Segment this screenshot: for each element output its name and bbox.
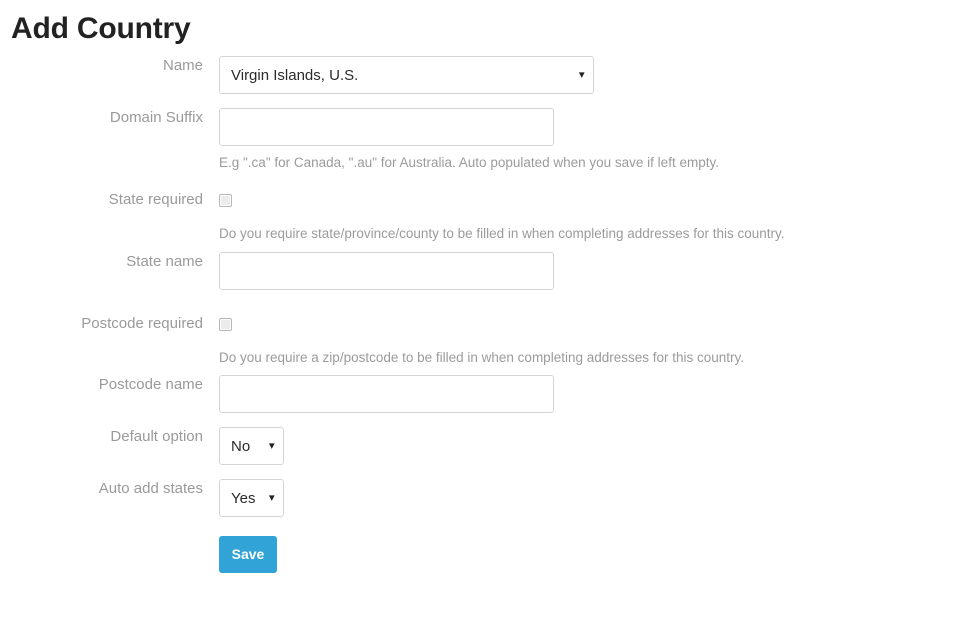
domain-suffix-help: E.g ".ca" for Canada, ".au" for Australi… xyxy=(219,154,963,172)
state-required-checkbox[interactable] xyxy=(219,194,232,207)
default-option-select-wrap: No ▾ xyxy=(219,427,284,465)
field-postcode-name xyxy=(219,375,963,413)
chevron-down-icon: ▾ xyxy=(579,70,585,81)
name-select-value: Virgin Islands, U.S. xyxy=(231,67,358,84)
field-domain-suffix: E.g ".ca" for Canada, ".au" for Australi… xyxy=(219,108,963,172)
default-option-value: No xyxy=(231,438,250,455)
field-auto-add-states: Yes ▾ xyxy=(219,479,963,517)
form-row-domain-suffix: Domain Suffix E.g ".ca" for Canada, ".au… xyxy=(0,108,963,172)
label-domain-suffix: Domain Suffix xyxy=(0,108,219,128)
label-state-required: State required xyxy=(0,190,219,210)
label-auto-add-states: Auto add states xyxy=(0,479,219,499)
form-row-postcode-required: Postcode required Do you require a zip/p… xyxy=(0,314,963,367)
form-row-actions: Save xyxy=(0,536,963,573)
label-default-option: Default option xyxy=(0,427,219,447)
field-default-option: No ▾ xyxy=(219,427,963,465)
page-title: Add Country xyxy=(11,12,190,46)
form-row-name: Name Virgin Islands, U.S. ▾ xyxy=(0,56,963,94)
field-name: Virgin Islands, U.S. ▾ xyxy=(219,56,963,94)
form-row-default-option: Default option No ▾ xyxy=(0,427,963,465)
label-postcode-required: Postcode required xyxy=(0,314,219,334)
field-state-required: Do you require state/province/county to … xyxy=(219,190,963,243)
save-button[interactable]: Save xyxy=(219,536,277,573)
name-select-wrap: Virgin Islands, U.S. ▾ xyxy=(219,56,594,94)
state-required-help: Do you require state/province/county to … xyxy=(219,225,963,243)
form-row-state-required: State required Do you require state/prov… xyxy=(0,190,963,243)
postcode-name-input[interactable] xyxy=(219,375,554,413)
form-row-auto-add-states: Auto add states Yes ▾ xyxy=(0,479,963,517)
form-row-postcode-name: Postcode name xyxy=(0,375,963,413)
label-postcode-name: Postcode name xyxy=(0,375,219,395)
chevron-down-icon: ▾ xyxy=(269,441,275,452)
auto-add-states-select[interactable]: Yes ▾ xyxy=(219,479,284,517)
field-actions: Save xyxy=(219,536,963,573)
form-row-state-name: State name xyxy=(0,252,963,290)
field-state-name xyxy=(219,252,963,290)
domain-suffix-input[interactable] xyxy=(219,108,554,146)
chevron-down-icon: ▾ xyxy=(269,493,275,504)
label-name: Name xyxy=(0,56,219,76)
postcode-required-checkbox[interactable] xyxy=(219,318,232,331)
field-postcode-required: Do you require a zip/postcode to be fill… xyxy=(219,314,963,367)
default-option-select[interactable]: No ▾ xyxy=(219,427,284,465)
label-state-name: State name xyxy=(0,252,219,272)
state-name-input[interactable] xyxy=(219,252,554,290)
auto-add-states-select-wrap: Yes ▾ xyxy=(219,479,284,517)
name-select[interactable]: Virgin Islands, U.S. ▾ xyxy=(219,56,594,94)
auto-add-states-value: Yes xyxy=(231,490,255,507)
postcode-required-help: Do you require a zip/postcode to be fill… xyxy=(219,349,963,367)
